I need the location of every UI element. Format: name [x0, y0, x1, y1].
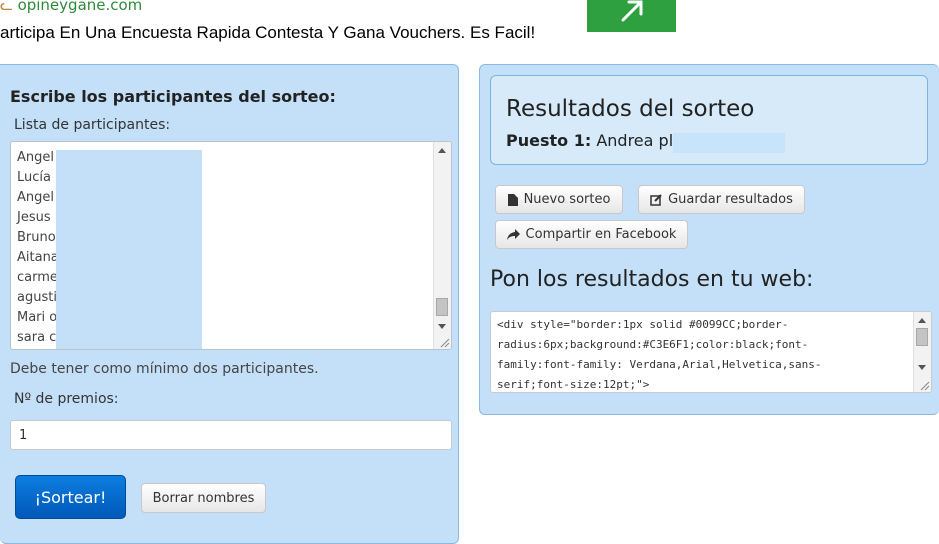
- scroll-down-icon[interactable]: [438, 324, 446, 329]
- list-item: Bruno: [17, 230, 56, 245]
- scroll-up-icon[interactable]: [918, 318, 926, 323]
- resize-grip-icon[interactable]: [918, 379, 930, 391]
- list-item: carme: [17, 270, 58, 285]
- code-line: serif;font-size:12pt;">: [497, 378, 650, 391]
- resize-grip-icon[interactable]: [438, 336, 450, 348]
- scroll-down-icon[interactable]: [918, 365, 926, 370]
- leaf-icon: ᓚ: [0, 0, 13, 14]
- share-facebook-button[interactable]: Compartir en Facebook: [495, 220, 688, 249]
- list-item: Mari o: [17, 310, 58, 325]
- position-label: Puesto 1:: [506, 131, 592, 150]
- ad-headline[interactable]: articipa En Una Encuesta Rapida Contesta…: [0, 23, 535, 43]
- form-title: Escribe los participantes del sorteo:: [10, 87, 336, 106]
- min-participants-hint: Debe tener como mínimo dos participantes…: [10, 361, 319, 377]
- list-item: Angel: [17, 150, 54, 165]
- ad-domain-text: opineygane.com: [17, 0, 143, 14]
- redaction-block: [673, 133, 785, 153]
- list-item: Angel: [17, 190, 54, 205]
- scroll-up-icon[interactable]: [438, 148, 446, 153]
- prizes-input[interactable]: 1: [10, 420, 452, 450]
- winner-name: Andrea pl: [596, 131, 674, 150]
- participants-textarea[interactable]: Angel Lucía Angel Jesus Bruno Aitana car…: [10, 141, 452, 350]
- textarea-scrollbar[interactable]: [433, 142, 451, 349]
- clear-names-button[interactable]: Borrar nombres: [141, 483, 266, 513]
- file-icon: [507, 193, 518, 206]
- participants-label: Lista de participantes:: [14, 117, 171, 133]
- list-item: Jesus: [17, 210, 51, 225]
- list-item: Lucía: [17, 170, 51, 185]
- prizes-label: Nº de premios:: [14, 391, 119, 407]
- results-panel: Resultados del sorteo Puesto 1: Andrea p…: [479, 64, 939, 415]
- scroll-thumb[interactable]: [436, 298, 448, 316]
- share-facebook-label: Compartir en Facebook: [525, 227, 677, 242]
- results-title: Resultados del sorteo: [506, 96, 755, 122]
- embed-title: Pon los resultados en tu web:: [490, 267, 814, 292]
- results-box: Resultados del sorteo Puesto 1: Andrea p…: [490, 75, 928, 165]
- result-line: Puesto 1: Andrea pl: [506, 131, 673, 150]
- list-item: Aitana: [17, 250, 59, 265]
- save-results-label: Guardar resultados: [668, 192, 793, 207]
- save-results-button[interactable]: Guardar resultados: [638, 185, 805, 214]
- edit-icon: [650, 193, 662, 206]
- redaction-block: [56, 150, 202, 349]
- code-line: radius:6px;background:#C3E6F1;color:blac…: [497, 338, 809, 351]
- embed-code-textarea[interactable]: <div style="border:1px solid #0099CC;bor…: [490, 311, 932, 393]
- list-item: agusti: [17, 290, 57, 305]
- participants-panel: Escribe los participantes del sorteo: Li…: [0, 64, 459, 544]
- share-icon: [506, 229, 520, 240]
- new-draw-label: Nuevo sorteo: [523, 192, 611, 207]
- code-line: <div style="border:1px solid #0099CC;bor…: [497, 318, 789, 331]
- list-item: sara c: [17, 330, 57, 345]
- draw-button[interactable]: ¡Sortear!: [15, 475, 126, 519]
- ad-domain[interactable]: ᓚ opineygane.com: [0, 0, 142, 14]
- scroll-thumb[interactable]: [916, 328, 928, 346]
- arrow-icon: [621, 0, 642, 22]
- ad-button[interactable]: [587, 0, 676, 32]
- new-draw-button[interactable]: Nuevo sorteo: [495, 185, 623, 214]
- code-line: family:font-family: Verdana,Arial,Helvet…: [497, 358, 822, 371]
